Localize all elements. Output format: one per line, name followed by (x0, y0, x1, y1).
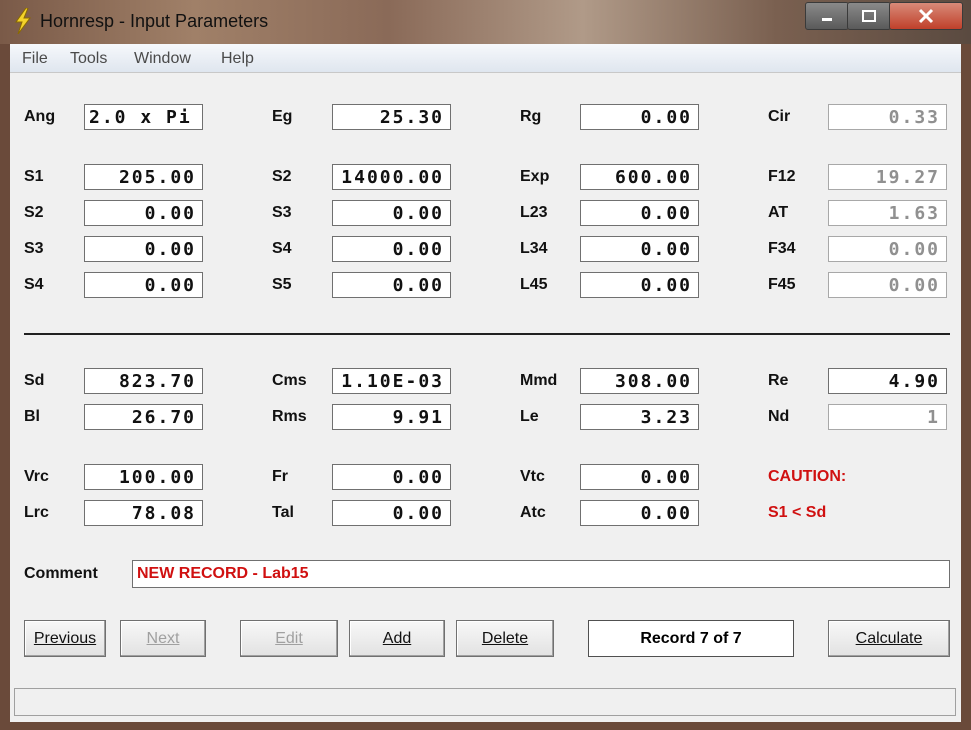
menu-help[interactable]: Help (221, 50, 254, 68)
lightning-bolt-icon (15, 8, 31, 34)
label-s4-top: S4 (272, 240, 292, 257)
field-ang[interactable]: 2.0 x Pi (84, 104, 203, 130)
field-fr[interactable]: 0.00 (332, 464, 451, 490)
label-s5: S5 (272, 276, 292, 293)
field-rg[interactable]: 0.00 (580, 104, 699, 130)
delete-button[interactable]: Delete (456, 620, 554, 657)
edit-button[interactable]: Edit (240, 620, 338, 657)
label-comment: Comment (24, 565, 98, 582)
field-vrc[interactable]: 100.00 (84, 464, 203, 490)
field-s3-top[interactable]: 0.00 (332, 200, 451, 226)
window-title: Hornresp - Input Parameters (40, 11, 269, 31)
label-f12: F12 (768, 168, 796, 185)
label-f34: F34 (768, 240, 796, 257)
input-parameters-window: File Tools Window Help Ang 2.0 x Pi Eg 2… (10, 44, 961, 722)
field-s3[interactable]: 0.00 (84, 236, 203, 262)
label-eg: Eg (272, 108, 293, 125)
field-cir: 0.33 (828, 104, 947, 130)
add-button[interactable]: Add (349, 620, 445, 657)
label-fr: Fr (272, 468, 288, 485)
label-bl: Bl (24, 408, 40, 425)
label-s2: S2 (24, 204, 44, 221)
label-vtc: Vtc (520, 468, 545, 485)
field-eg[interactable]: 25.30 (332, 104, 451, 130)
field-s4-top[interactable]: 0.00 (332, 236, 451, 262)
label-at: AT (768, 204, 789, 221)
label-s1: S1 (24, 168, 44, 185)
label-re: Re (768, 372, 789, 389)
field-s5[interactable]: 0.00 (332, 272, 451, 298)
field-re[interactable]: 4.90 (828, 368, 947, 394)
field-s4[interactable]: 0.00 (84, 272, 203, 298)
caution-message: S1 < Sd (768, 504, 827, 521)
field-nd[interactable]: 1 (828, 404, 947, 430)
field-s2[interactable]: 0.00 (84, 200, 203, 226)
label-s3-top: S3 (272, 204, 292, 221)
field-lrc[interactable]: 78.08 (84, 500, 203, 526)
field-sd[interactable]: 823.70 (84, 368, 203, 394)
field-mmd[interactable]: 308.00 (580, 368, 699, 394)
label-ang: Ang (24, 108, 56, 125)
section-divider (24, 333, 950, 335)
field-l34[interactable]: 0.00 (580, 236, 699, 262)
label-f45: F45 (768, 276, 796, 293)
title-bar[interactable]: Hornresp - Input Parameters (0, 0, 971, 44)
field-tal[interactable]: 0.00 (332, 500, 451, 526)
caution-title: CAUTION: (768, 468, 847, 485)
record-indicator: Record 7 of 7 (588, 620, 794, 657)
menu-file[interactable]: File (22, 50, 48, 68)
label-lrc: Lrc (24, 504, 49, 521)
menu-tools[interactable]: Tools (70, 50, 107, 68)
label-exp: Exp (520, 168, 550, 185)
label-le: Le (520, 408, 539, 425)
field-at: 1.63 (828, 200, 947, 226)
calculate-button[interactable]: Calculate (828, 620, 950, 657)
field-l23[interactable]: 0.00 (580, 200, 699, 226)
field-atc[interactable]: 0.00 (580, 500, 699, 526)
field-f12: 19.27 (828, 164, 947, 190)
field-vtc[interactable]: 0.00 (580, 464, 699, 490)
label-rg: Rg (520, 108, 542, 125)
field-f45: 0.00 (828, 272, 947, 298)
field-rms[interactable]: 9.91 (332, 404, 451, 430)
close-button[interactable] (889, 2, 963, 30)
label-sd: Sd (24, 372, 45, 389)
label-s2-top: S2 (272, 168, 292, 185)
label-tal: Tal (272, 504, 294, 521)
maximize-button[interactable] (847, 2, 891, 30)
comment-field[interactable]: NEW RECORD - Lab15 (132, 560, 950, 588)
previous-button[interactable]: Previous (24, 620, 106, 657)
field-bl[interactable]: 26.70 (84, 404, 203, 430)
label-rms: Rms (272, 408, 307, 425)
label-l45: L45 (520, 276, 548, 293)
label-nd: Nd (768, 408, 790, 425)
field-s2-top[interactable]: 14000.00 (332, 164, 451, 190)
label-l34: L34 (520, 240, 548, 257)
minimize-icon (822, 18, 832, 21)
field-s1[interactable]: 205.00 (84, 164, 203, 190)
label-cir: Cir (768, 108, 791, 125)
field-f34: 0.00 (828, 236, 947, 262)
field-exp[interactable]: 600.00 (580, 164, 699, 190)
close-icon (918, 8, 934, 24)
menu-window[interactable]: Window (134, 50, 191, 68)
label-atc: Atc (520, 504, 546, 521)
label-s4: S4 (24, 276, 44, 293)
field-le[interactable]: 3.23 (580, 404, 699, 430)
status-bar (14, 688, 956, 716)
field-cms[interactable]: 1.10E-03 (332, 368, 451, 394)
label-s3: S3 (24, 240, 44, 257)
label-mmd: Mmd (520, 372, 558, 389)
next-button[interactable]: Next (120, 620, 206, 657)
maximize-icon (862, 10, 876, 22)
label-cms: Cms (272, 372, 307, 389)
label-l23: L23 (520, 204, 548, 221)
label-vrc: Vrc (24, 468, 49, 485)
menu-bar: File Tools Window Help (10, 44, 961, 73)
field-l45[interactable]: 0.00 (580, 272, 699, 298)
minimize-button[interactable] (805, 2, 849, 30)
